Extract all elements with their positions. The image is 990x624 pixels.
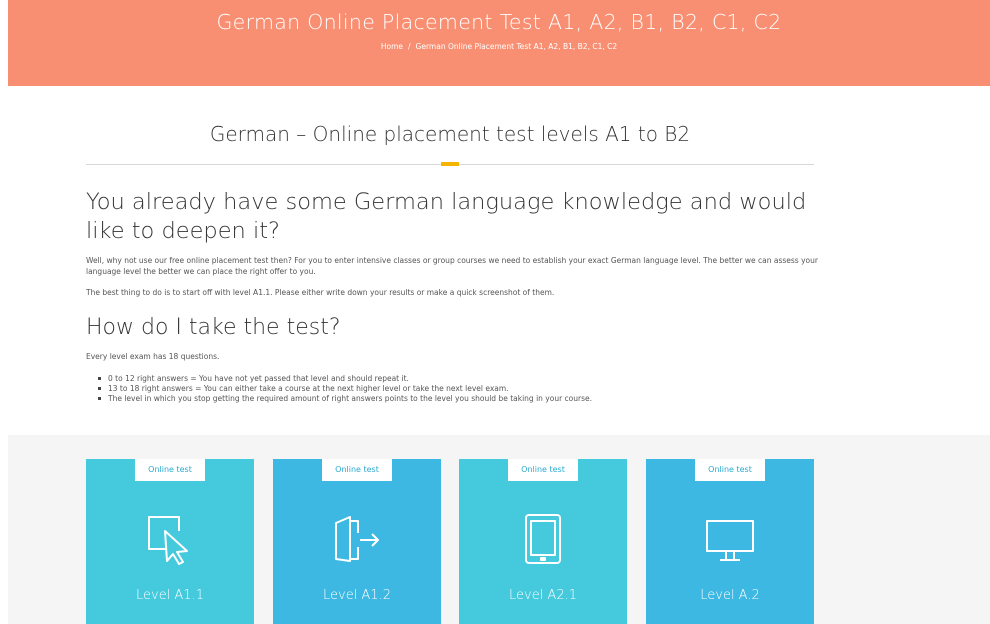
card-label: Level A.2 [700,588,760,603]
list-item: The level in which you stop getting the … [98,394,592,404]
page-title: German Online Placement Test A1, A2, B1,… [216,10,782,34]
tablet-icon [518,513,568,567]
list-item: 13 to 18 right answers = You can either … [98,384,592,394]
card-label: Level A1.1 [135,588,204,603]
intro-heading: You already have some German language kn… [86,189,807,244]
section-divider-accent [441,162,459,166]
door-exit-icon [332,513,382,567]
breadcrumb-home-link[interactable]: Home [381,42,403,51]
card-badge: Online test [695,459,765,481]
breadcrumb-current: German Online Placement Test A1, A2, B1,… [415,42,618,51]
section-title: German – Online placement test levels A1… [209,122,691,146]
howto-heading: How do I take the test? [86,315,341,340]
level-card-a1-2[interactable]: Online test Level A1.2 [273,459,441,624]
breadcrumb-separator: / [408,42,411,51]
intro-paragraph-2: The best thing to do is to start off wit… [86,288,555,297]
page-hero-banner: German Online Placement Test A1, A2, B1,… [8,0,990,86]
level-card-a2-1[interactable]: Online test Level A2.1 [459,459,627,624]
cursor-click-icon [145,513,195,567]
howto-paragraph: Every level exam has 18 questions. [86,352,220,361]
monitor-icon [705,513,755,567]
list-item: 0 to 12 right answers = You have not yet… [98,374,592,384]
card-badge: Online test [508,459,578,481]
card-label: Level A1.2 [322,588,391,603]
breadcrumb: Home / German Online Placement Test A1, A2… [8,42,990,51]
level-card-a2[interactable]: Online test Level A.2 [646,459,814,624]
card-label: Level A2.1 [508,588,577,603]
level-card-a1-1[interactable]: Online test Level A1.1 [86,459,254,624]
card-badge: Online test [322,459,392,481]
howto-bullet-list: 0 to 12 right answers = You have not yet… [98,374,592,404]
intro-paragraph-1: Well, why not use our free online placem… [86,256,818,276]
card-badge: Online test [135,459,205,481]
